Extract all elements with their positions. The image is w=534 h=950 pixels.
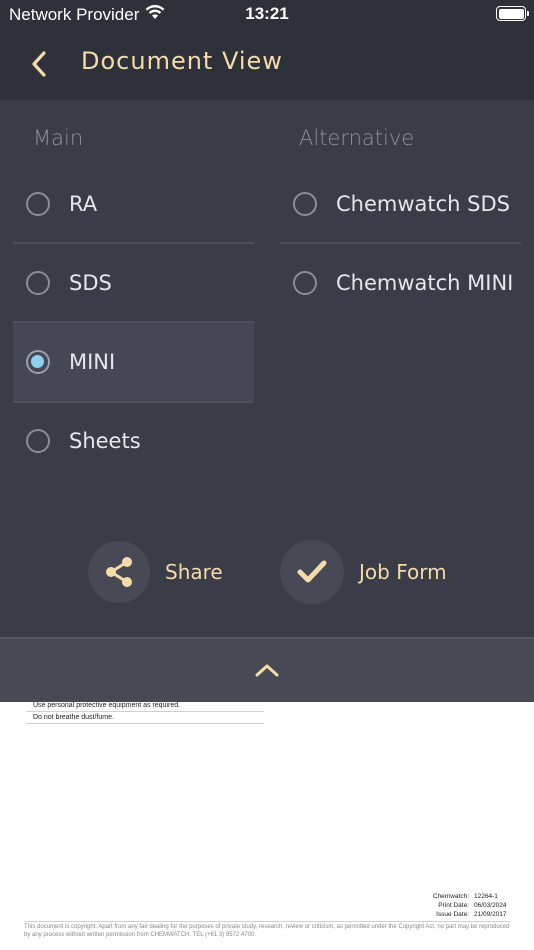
document-text-line: Do not breathe dust/fume.: [33, 714, 114, 721]
meta-value: 12264-1: [474, 893, 498, 900]
copyright-notice: This document is copyright. Apart from a…: [24, 924, 510, 938]
option-label: MINI: [69, 350, 116, 374]
share-icon: [106, 557, 132, 587]
meta-row: Issue Date: 21/09/2017: [419, 910, 508, 919]
share-label: Share: [165, 560, 223, 584]
option-label: Chemwatch SDS: [336, 192, 510, 216]
meta-key: Print Date:: [438, 902, 469, 909]
job-form-button[interactable]: Job Form: [280, 540, 447, 604]
meta-row: Chemwatch: 12264-1: [419, 892, 508, 901]
option-ra[interactable]: RA: [13, 165, 254, 243]
collapse-toggle[interactable]: [0, 637, 534, 702]
option-label: Chemwatch MINI: [336, 271, 514, 295]
meta-value: 21/09/2017: [474, 911, 507, 918]
document-text-line: Use personal protective equipment as req…: [33, 702, 181, 709]
document-preview[interactable]: Use personal protective equipment as req…: [0, 702, 534, 950]
radio-button[interactable]: [26, 429, 50, 453]
radio-button[interactable]: [293, 192, 317, 216]
meta-key: Chemwatch:: [432, 893, 469, 900]
status-bar: Network Provider 13:21: [0, 0, 534, 28]
status-time: 13:21: [245, 4, 289, 23]
meta-key: Issue Date:: [436, 911, 469, 918]
back-button[interactable]: [22, 44, 58, 84]
radio-button[interactable]: [293, 271, 317, 295]
option-chemwatch-mini[interactable]: Chemwatch MINI: [280, 244, 521, 322]
share-circle[interactable]: [88, 541, 150, 603]
meta-value: 06/03/2024: [474, 902, 507, 909]
nav-bar: Document View: [0, 28, 534, 100]
job-form-label: Job Form: [359, 560, 447, 584]
document-rule: [26, 723, 264, 724]
page-title: Document View: [81, 47, 283, 75]
document-type-panel: Main Alternative RA SDS MINI Sheets Chem…: [0, 100, 534, 637]
meta-row: Print Date: 06/03/2024: [419, 901, 508, 910]
chevron-left-icon: [32, 51, 46, 77]
document-meta: Chemwatch: 12264-1 Print Date: 06/03/202…: [419, 892, 508, 919]
job-form-circle[interactable]: [280, 540, 344, 604]
document-rule: [26, 711, 264, 712]
alternative-column-header: Alternative: [299, 126, 415, 150]
chevron-up-icon: [255, 664, 279, 677]
option-mini[interactable]: MINI: [13, 323, 254, 401]
option-sheets[interactable]: Sheets: [13, 402, 254, 480]
option-chemwatch-sds[interactable]: Chemwatch SDS: [280, 165, 521, 243]
option-label: SDS: [69, 271, 112, 295]
radio-button-selected[interactable]: [26, 350, 50, 374]
option-label: Sheets: [69, 429, 141, 453]
radio-button[interactable]: [26, 271, 50, 295]
battery-icon: [496, 6, 529, 21]
share-button[interactable]: Share: [88, 540, 223, 604]
document-rule: [24, 921, 510, 922]
radio-selected-dot: [31, 355, 44, 368]
main-column-header: Main: [33, 126, 84, 150]
checkmark-icon: [297, 560, 327, 583]
option-sds[interactable]: SDS: [13, 244, 254, 322]
radio-button[interactable]: [26, 192, 50, 216]
option-label: RA: [69, 192, 98, 216]
